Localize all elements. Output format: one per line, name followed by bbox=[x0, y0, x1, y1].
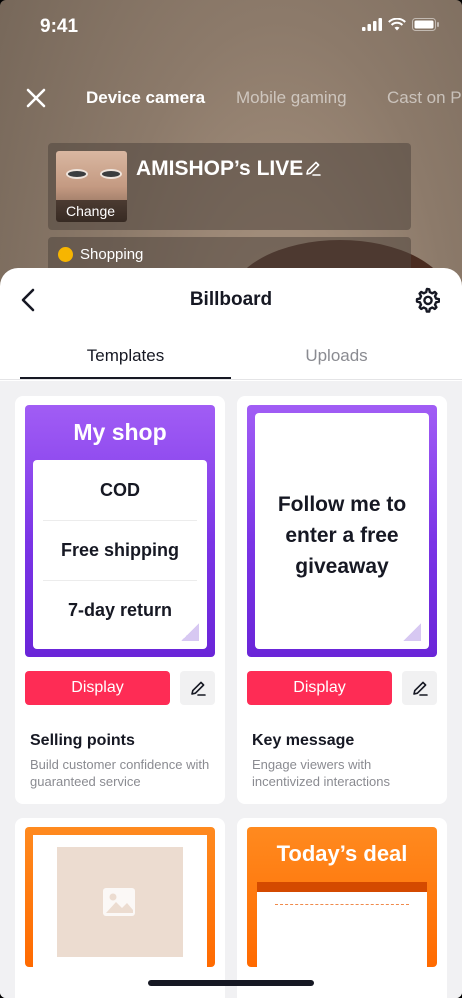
ticket-strip bbox=[257, 882, 427, 892]
edit-button[interactable] bbox=[402, 671, 437, 705]
image-frame bbox=[33, 835, 207, 967]
card-title: Key message bbox=[252, 732, 355, 749]
poster-title: My shop bbox=[73, 419, 167, 445]
thumbnail-eye bbox=[100, 169, 122, 179]
close-icon[interactable] bbox=[22, 84, 50, 112]
gear-icon[interactable] bbox=[414, 287, 440, 313]
list-item: COD bbox=[100, 480, 140, 500]
tab-device-camera[interactable]: Device camera bbox=[86, 88, 205, 108]
template-preview: My shop COD Free shipping 7-day return bbox=[25, 405, 215, 657]
template-card-image[interactable] bbox=[15, 818, 225, 998]
deal-ticket bbox=[257, 882, 427, 967]
list-item: Free shipping bbox=[60, 540, 179, 560]
thumbnail-eye bbox=[66, 169, 88, 179]
page-fold-corner bbox=[181, 623, 199, 641]
card-title: Selling points bbox=[30, 732, 135, 749]
tab-templates[interactable]: Templates bbox=[20, 346, 231, 366]
cover-thumbnail[interactable]: Change bbox=[56, 151, 127, 222]
page-fold-corner bbox=[403, 623, 421, 641]
signal-icon bbox=[362, 18, 382, 31]
template-card-todays-deal[interactable]: Today’s deal bbox=[237, 818, 447, 998]
poster-list: COD Free shipping 7-day return bbox=[33, 460, 207, 649]
shopping-icon bbox=[58, 247, 73, 262]
status-icons bbox=[362, 18, 440, 31]
card-description: Build customer confidence with guarantee… bbox=[30, 757, 210, 789]
pencil-icon bbox=[191, 681, 206, 696]
tab-cast-on-pc[interactable]: Cast on P bbox=[387, 88, 462, 108]
shopping-label: Shopping bbox=[80, 246, 144, 263]
status-bar: 9:41 bbox=[0, 0, 462, 54]
poster-title: Today’s deal bbox=[276, 841, 408, 866]
change-cover-label[interactable]: Change bbox=[56, 200, 127, 222]
sheet-header: Billboard bbox=[0, 268, 462, 332]
billboard-tabs: Templates Uploads bbox=[0, 332, 462, 380]
wifi-icon bbox=[388, 18, 406, 31]
home-indicator[interactable] bbox=[148, 980, 314, 986]
tab-uploads[interactable]: Uploads bbox=[231, 346, 442, 366]
image-icon bbox=[103, 888, 135, 916]
poster-message-panel: Follow me to enter a free giveaway bbox=[255, 413, 429, 649]
template-card-selling-points[interactable]: My shop COD Free shipping 7-day return D… bbox=[15, 396, 225, 804]
template-preview: Follow me to enter a free giveaway bbox=[247, 405, 437, 657]
billboard-sheet: Billboard Templates Uploads My shop COD … bbox=[0, 268, 462, 998]
status-time: 9:41 bbox=[40, 16, 79, 37]
image-placeholder bbox=[57, 847, 183, 957]
display-button[interactable]: Display bbox=[25, 671, 170, 705]
camera-source-bar: Device camera Mobile gaming Cast on P bbox=[0, 80, 462, 116]
card-description: Engage viewers with incentivized interac… bbox=[252, 757, 391, 789]
tab-mobile-gaming[interactable]: Mobile gaming bbox=[236, 88, 347, 108]
poster-message: Follow me to enter a free giveaway bbox=[277, 493, 407, 578]
live-info-card: Change AMISHOP’s LIVE bbox=[48, 143, 411, 230]
active-tab-indicator bbox=[20, 377, 231, 379]
battery-icon bbox=[412, 18, 439, 31]
screen: 9:41 Device camera Mobile gaming Cast on… bbox=[0, 0, 462, 998]
template-preview bbox=[25, 827, 215, 967]
ticket-dashed-line bbox=[275, 904, 409, 905]
edit-title-icon[interactable] bbox=[304, 159, 322, 177]
page-title: Billboard bbox=[189, 289, 273, 310]
display-button[interactable]: Display bbox=[247, 671, 392, 705]
template-preview: Today’s deal bbox=[247, 827, 437, 967]
template-card-key-message[interactable]: Follow me to enter a free giveaway Displ… bbox=[237, 396, 447, 804]
template-grid: My shop COD Free shipping 7-day return D… bbox=[0, 381, 462, 998]
edit-button[interactable] bbox=[180, 671, 215, 705]
live-title[interactable]: AMISHOP’s LIVE bbox=[136, 157, 303, 181]
pencil-icon bbox=[413, 681, 428, 696]
